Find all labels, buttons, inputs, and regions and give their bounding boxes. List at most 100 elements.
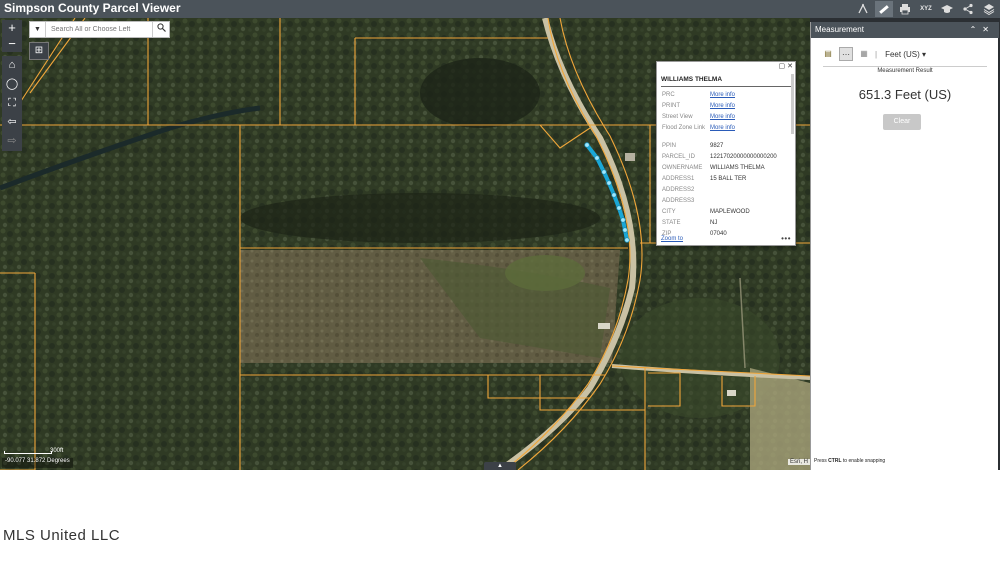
panel-title: Measurement xyxy=(815,25,864,34)
home-icon[interactable]: ⌂ xyxy=(2,56,22,75)
result-label: Measurement Result xyxy=(823,66,987,74)
app-title: Simpson County Parcel Viewer xyxy=(4,1,181,15)
popup-field-link[interactable]: More info xyxy=(710,113,735,124)
popup-field-key: Flood Zone Link xyxy=(662,125,706,131)
popup-field-link[interactable]: More info xyxy=(710,102,735,113)
map-view[interactable]: + − ⌂ ◯ ⛶ ⇦ ⇨ ▼ ⊞ 300ft -90.077 31.872 D… xyxy=(0,18,810,470)
measurement-vertex[interactable] xyxy=(624,237,630,243)
popup-field-link[interactable]: More info xyxy=(710,91,735,102)
unit-label: Feet (US) xyxy=(885,49,920,59)
measurement-panel: Measurement ⌃✕ ▤ ⋯ ▦ | Feet (US) ▾ Measu… xyxy=(810,22,999,470)
popup-field-key: OWNERNAME xyxy=(662,165,703,171)
popup-field-row: Street View More info xyxy=(662,113,792,124)
popup-field-row: CITY MAPLEWOOD xyxy=(662,208,792,219)
popup-field-row: PARCEL_ID 12217020000000000200 xyxy=(662,153,792,164)
unit-select[interactable]: Feet (US) ▾ xyxy=(885,50,926,59)
more-options-icon[interactable]: ••• xyxy=(781,234,791,243)
popup-field-key: ADDRESS2 xyxy=(662,187,695,193)
popup-field-link[interactable]: More info xyxy=(710,124,735,142)
search-icon[interactable] xyxy=(152,22,169,37)
measurement-vertex[interactable] xyxy=(601,169,607,175)
zoom-in-button[interactable]: + xyxy=(2,20,22,36)
zoom-control: + − xyxy=(2,20,22,52)
close-icon[interactable]: ✕ xyxy=(787,63,793,70)
popup-title: WILLIAMS THELMA xyxy=(661,76,791,87)
popup-field-value: WILLIAMS THELMA xyxy=(710,165,765,171)
popup-field-row: PRINT More info xyxy=(662,102,792,113)
chevron-up-icon[interactable]: ▲ xyxy=(484,462,516,470)
popup-field-key: ADDRESS1 xyxy=(662,176,695,182)
ruler-icon[interactable] xyxy=(875,1,893,17)
locate-icon[interactable]: ◯ xyxy=(2,75,22,94)
popup-field-key: ADDRESS3 xyxy=(662,198,695,204)
popup-header: ▢ ✕ xyxy=(657,62,795,72)
basemap-toggle-icon[interactable]: ⊞ xyxy=(29,42,49,60)
popup-fields: PRC More info PRINT More info Street View Mor… xyxy=(662,91,792,241)
snapping-hint: Press CTRL to enable snapping xyxy=(814,458,886,464)
popup-field-row: STATE NJ xyxy=(662,219,792,230)
popup-field-key: Street View xyxy=(662,114,693,120)
scale-bar-line xyxy=(4,451,52,454)
popup-field-row: ADDRESS3 xyxy=(662,197,792,208)
map-attribution: Esri, H xyxy=(788,459,810,465)
scale-bar: 300ft xyxy=(4,448,64,456)
title-bar: Simpson County Parcel Viewer XYZ xyxy=(0,0,1000,18)
popup-field-key: PPIN xyxy=(662,143,677,149)
back-icon[interactable]: ⇦ xyxy=(2,113,22,132)
navigation-control: ⌂ ◯ ⛶ ⇦ ⇨ xyxy=(2,56,22,151)
share-icon[interactable] xyxy=(959,1,977,17)
popup-field-key: PRINT xyxy=(662,103,680,109)
popup-field-key: PRC xyxy=(662,92,675,98)
popup-field-key: STATE xyxy=(662,220,681,226)
scale-label: 300ft xyxy=(50,448,64,454)
popup-field-row: PRC More info xyxy=(662,91,792,102)
fullscreen-icon[interactable]: ⛶ xyxy=(2,94,22,113)
layers-icon[interactable] xyxy=(980,1,998,17)
popup-field-key: CITY xyxy=(662,209,676,215)
location-tool-icon[interactable]: ▦ xyxy=(857,47,871,61)
parcel-popup: ▢ ✕ WILLIAMS THELMA PRC More info PRINT Mor… xyxy=(656,61,796,246)
graduation-icon[interactable] xyxy=(938,1,956,17)
popup-field-value: MAPLEWOOD xyxy=(710,209,750,215)
popup-field-row: PPIN 9827 xyxy=(662,142,792,153)
print-icon[interactable] xyxy=(896,1,914,17)
panel-controls: ⌃✕ xyxy=(970,25,995,34)
search-input[interactable] xyxy=(46,22,152,37)
popup-controls: ▢ ✕ xyxy=(779,62,793,70)
popup-scrollbar[interactable] xyxy=(791,74,794,134)
area-tool-icon[interactable]: ▤ xyxy=(821,47,835,61)
measurement-tools: ▤ ⋯ ▦ | Feet (US) ▾ xyxy=(821,47,926,61)
measurement-vertex[interactable] xyxy=(620,217,626,223)
zoom-out-button[interactable]: − xyxy=(2,36,22,52)
popup-field-value: NJ xyxy=(710,220,718,226)
popup-field-row: ADDRESS2 xyxy=(662,186,792,197)
panel-header: Measurement ⌃✕ xyxy=(811,22,999,38)
distance-tool-icon[interactable]: ⋯ xyxy=(839,47,853,61)
close-icon[interactable]: ✕ xyxy=(982,25,995,34)
popup-field-value: 9827 xyxy=(710,143,724,149)
popup-field-row: OWNERNAME WILLIAMS THELMA xyxy=(662,164,792,175)
popup-field-key: PARCEL_ID xyxy=(662,154,695,160)
popup-footer: Zoom to ••• xyxy=(661,234,791,244)
clear-button[interactable]: Clear xyxy=(883,114,921,130)
zoom-to-link[interactable]: Zoom to xyxy=(661,236,683,242)
coordinate-readout: -90.077 31.872 Degrees xyxy=(2,458,73,468)
forward-icon[interactable]: ⇨ xyxy=(2,132,22,151)
search-widget: ▼ xyxy=(29,21,170,38)
popup-field-row: ADDRESS1 15 BALL TER xyxy=(662,175,792,186)
popup-field-row: Flood Zone Link More info xyxy=(662,124,792,142)
measurement-vertex[interactable] xyxy=(584,142,590,148)
measure-icon[interactable] xyxy=(854,1,872,17)
measurement-vertex[interactable] xyxy=(611,192,617,198)
popup-field-value: 15 BALL TER xyxy=(710,176,747,182)
measurement-vertex[interactable] xyxy=(616,205,622,211)
measurement-vertex[interactable] xyxy=(622,227,628,233)
top-toolbar: XYZ xyxy=(854,0,998,18)
collapse-icon[interactable]: ⌃ xyxy=(970,25,983,34)
measurement-vertex[interactable] xyxy=(606,180,612,186)
search-source-dropdown[interactable]: ▼ xyxy=(30,22,46,37)
xyz-icon[interactable]: XYZ xyxy=(917,1,935,17)
chevron-down-icon: ▾ xyxy=(921,49,926,59)
maximize-icon[interactable]: ▢ xyxy=(779,63,786,70)
measurement-vertex[interactable] xyxy=(594,155,600,161)
